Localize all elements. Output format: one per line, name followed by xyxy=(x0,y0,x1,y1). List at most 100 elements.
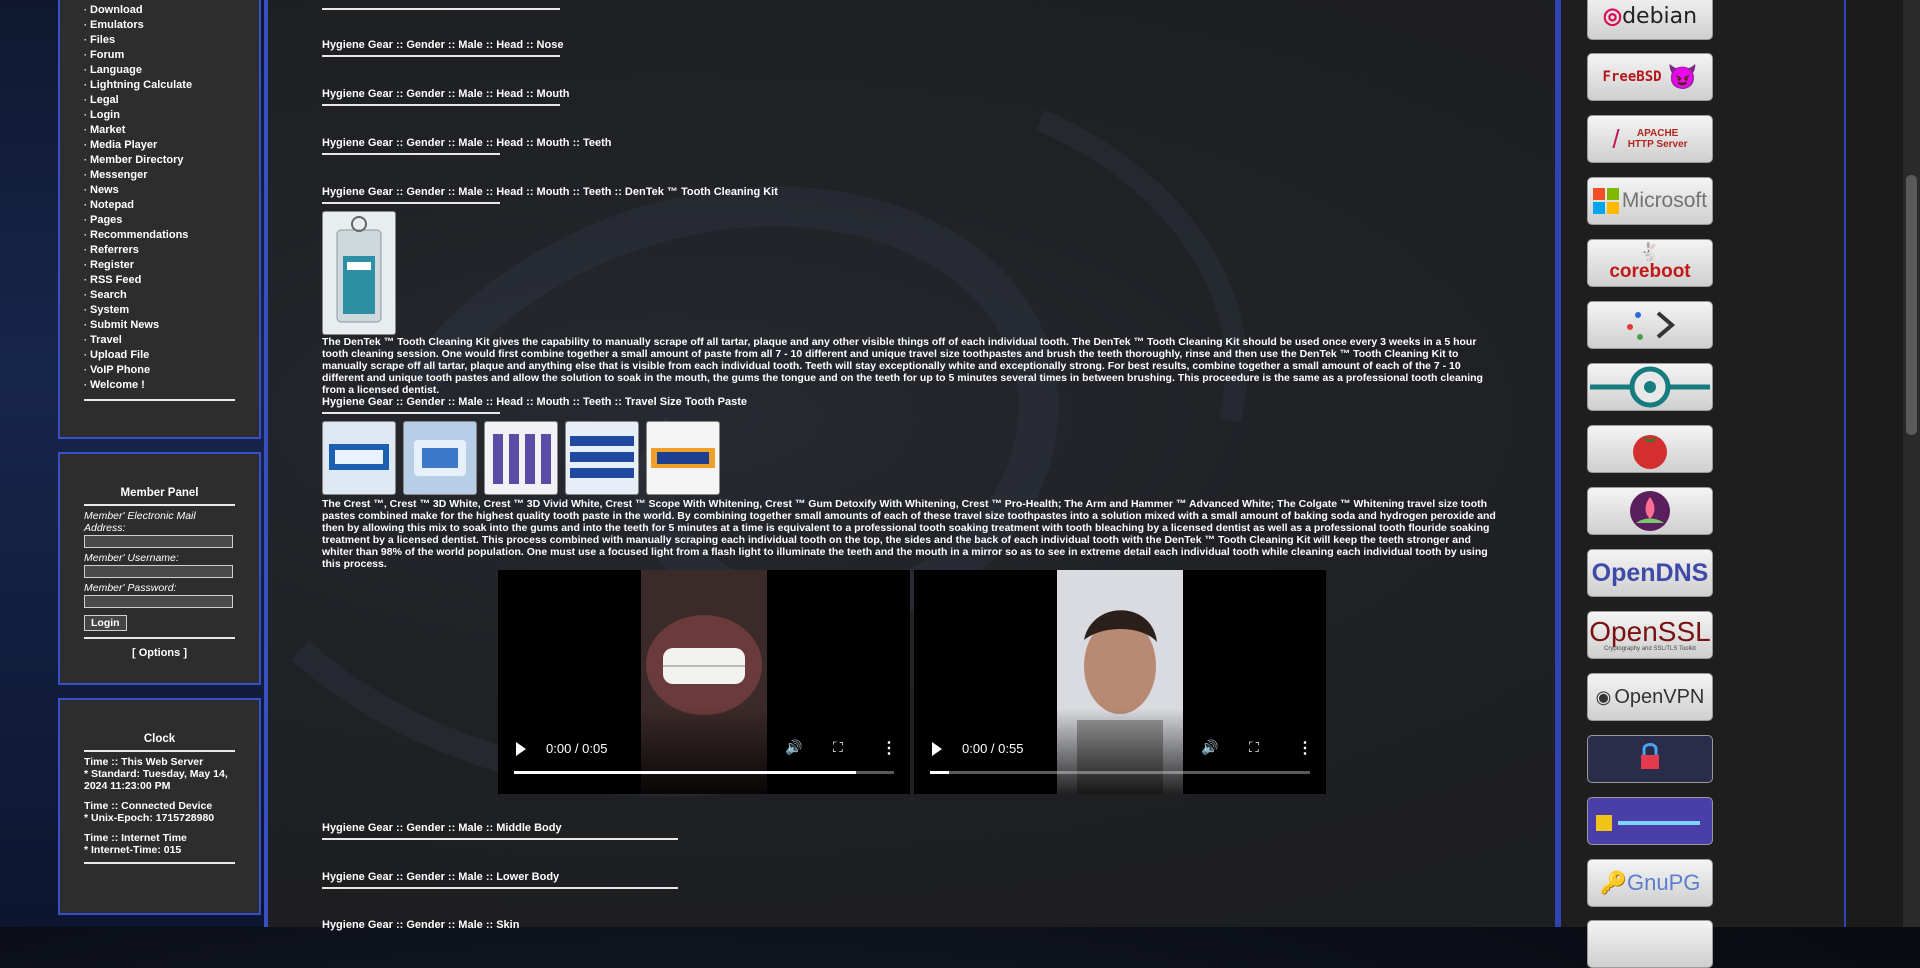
microsoft-logo-icon xyxy=(1592,188,1619,214)
more-options-icon[interactable]: ⋮ xyxy=(881,738,897,758)
key-lock-icon xyxy=(1641,743,1659,769)
nav-item-label: Media Player xyxy=(90,139,158,151)
nav-item[interactable]: · Login xyxy=(84,108,259,123)
play-icon[interactable] xyxy=(516,742,526,756)
heading-skin[interactable]: Hygiene Gear :: Gender :: Male :: Skin xyxy=(322,919,519,931)
nav-item[interactable]: · Travel xyxy=(84,333,259,348)
dentek-description: The DenTek ™ Tooth Cleaning Kit gives th… xyxy=(322,336,1483,396)
lineageos-badge[interactable] xyxy=(1587,363,1713,411)
openssl-badge[interactable]: OpenSSL Cryptography and SSL/TLS Toolkit xyxy=(1587,611,1713,659)
nav-item[interactable]: · Files xyxy=(84,33,259,48)
video-player-2[interactable]: 0:00 / 0:55 🔊 ⛶ ⋮ xyxy=(914,570,1326,794)
email-field[interactable] xyxy=(84,535,233,548)
nav-item[interactable]: · Market xyxy=(84,123,259,138)
nav-item[interactable]: · Language xyxy=(84,63,259,78)
video-time-1: 0:00 / 0:05 xyxy=(546,741,608,756)
nav-item[interactable]: · VoIP Phone xyxy=(84,363,259,378)
nav-item[interactable]: · Pages xyxy=(84,213,259,228)
volume-icon[interactable]: 🔊 xyxy=(1201,739,1218,756)
nav-item-label: Member Directory xyxy=(90,154,184,166)
security-key-badge[interactable] xyxy=(1587,735,1713,783)
nav-item[interactable]: · Register xyxy=(84,258,259,273)
top-underline xyxy=(322,8,560,10)
bullet-icon: · xyxy=(84,125,87,135)
video-progress-2[interactable] xyxy=(930,771,1310,774)
dots-arrow-badge[interactable] xyxy=(1587,301,1713,349)
password-field[interactable] xyxy=(84,595,233,608)
heading-underline xyxy=(322,55,560,57)
vertical-scrollbar[interactable] xyxy=(1903,0,1920,927)
nav-item[interactable]: · System xyxy=(84,303,259,318)
heading-mouth[interactable]: Hygiene Gear :: Gender :: Male :: Head :… xyxy=(322,88,570,100)
nav-item[interactable]: · Messenger xyxy=(84,168,259,183)
nav-item[interactable]: · Upload File xyxy=(84,348,259,363)
nav-item[interactable]: · Recommendations xyxy=(84,228,259,243)
microsoft-badge[interactable]: Microsoft xyxy=(1587,177,1713,225)
fullscreen-icon[interactable]: ⛶ xyxy=(1249,739,1259,756)
nav-item-label: Legal xyxy=(90,94,119,106)
toothpaste-image-5[interactable] xyxy=(646,421,720,495)
heading-lower-body[interactable]: Hygiene Gear :: Gender :: Male :: Lower … xyxy=(322,871,559,883)
nav-item[interactable]: · Download xyxy=(84,3,259,18)
opendns-badge[interactable]: OpenDNS xyxy=(1587,549,1713,597)
lineage-logo-icon xyxy=(1590,366,1710,408)
nav-item[interactable]: · Welcome ! xyxy=(84,378,259,393)
heading-underline xyxy=(322,153,500,155)
web-server-time-value: * Standard: Tuesday, May 14, 2024 11:23:… xyxy=(84,768,228,792)
toothpaste-image-2[interactable] xyxy=(403,421,477,495)
bullet-icon: · xyxy=(84,20,87,30)
internet-time-value: * Internet-Time: 015 xyxy=(84,844,182,856)
dentek-kit-image[interactable] xyxy=(322,211,396,335)
coreboot-badge[interactable]: 🐇 coreboot xyxy=(1587,239,1713,287)
apache-badge[interactable]: / APACHE HTTP Server xyxy=(1587,115,1713,163)
nav-item[interactable]: · Search xyxy=(84,288,259,303)
freebsd-badge[interactable]: FreeBSD 😈 xyxy=(1587,53,1713,101)
heading-middle-body[interactable]: Hygiene Gear :: Gender :: Male :: Middle… xyxy=(322,822,562,834)
email-label: Member' Electronic Mail Address: xyxy=(84,510,196,534)
encryption-badge[interactable] xyxy=(1587,797,1713,845)
options-link[interactable]: [ Options ] xyxy=(60,647,259,659)
nav-item-label: Recommendations xyxy=(90,229,189,241)
nav-item[interactable]: · Member Directory xyxy=(84,153,259,168)
lotus-badge[interactable] xyxy=(1587,487,1713,535)
video-player-1[interactable]: 0:00 / 0:05 🔊 ⛶ ⋮ xyxy=(498,570,910,794)
dots-arrow-icon xyxy=(1627,311,1676,340)
volume-icon[interactable]: 🔊 xyxy=(785,739,802,756)
more-options-icon[interactable]: ⋮ xyxy=(1297,738,1313,758)
nav-item[interactable]: · Media Player xyxy=(84,138,259,153)
heading-teeth[interactable]: Hygiene Gear :: Gender :: Male :: Head :… xyxy=(322,137,611,149)
openvpn-badge[interactable]: ◉ OpenVPN xyxy=(1587,673,1713,721)
play-icon[interactable] xyxy=(932,742,942,756)
video-progress-1[interactable] xyxy=(514,771,894,774)
heading-nose[interactable]: Hygiene Gear :: Gender :: Male :: Head :… xyxy=(322,39,563,51)
nav-item-label: RSS Feed xyxy=(90,274,142,286)
nav-item[interactable]: · Referrers xyxy=(84,243,259,258)
toothpaste-image-3[interactable] xyxy=(484,421,558,495)
gnupg-badge[interactable]: 🔑 GnuPG xyxy=(1587,859,1713,907)
nav-item[interactable]: · RSS Feed xyxy=(84,273,259,288)
login-button[interactable]: Login xyxy=(84,615,127,631)
scrollbar-thumb[interactable] xyxy=(1906,175,1917,435)
partial-badge[interactable] xyxy=(1587,920,1713,968)
nav-item[interactable]: · News xyxy=(84,183,259,198)
toothpaste-image-4[interactable] xyxy=(565,421,639,495)
nav-item[interactable]: · Notepad xyxy=(84,198,259,213)
nav-item[interactable]: · Lightning Calculate xyxy=(84,78,259,93)
video-time-2: 0:00 / 0:55 xyxy=(962,741,1024,756)
debian-badge[interactable]: ◎ debian xyxy=(1587,0,1713,40)
nav-item-label: News xyxy=(90,184,119,196)
username-field[interactable] xyxy=(84,565,233,578)
heading-dentek[interactable]: Hygiene Gear :: Gender :: Male :: Head :… xyxy=(322,186,778,198)
device-time-title: Time :: Connected Device xyxy=(84,800,213,812)
nav-item[interactable]: · Legal xyxy=(84,93,259,108)
tomato-badge[interactable] xyxy=(1587,425,1713,473)
clock-divider-bottom xyxy=(84,862,235,864)
nav-item[interactable]: · Forum xyxy=(84,48,259,63)
fullscreen-icon[interactable]: ⛶ xyxy=(833,739,843,756)
heading-toothpaste[interactable]: Hygiene Gear :: Gender :: Male :: Head :… xyxy=(322,396,747,408)
toothpaste-image-1[interactable] xyxy=(322,421,396,495)
member-panel-divider xyxy=(84,504,235,506)
nav-item[interactable]: · Emulators xyxy=(84,18,259,33)
bullet-icon: · xyxy=(84,335,87,345)
nav-item[interactable]: · Submit News xyxy=(84,318,259,333)
